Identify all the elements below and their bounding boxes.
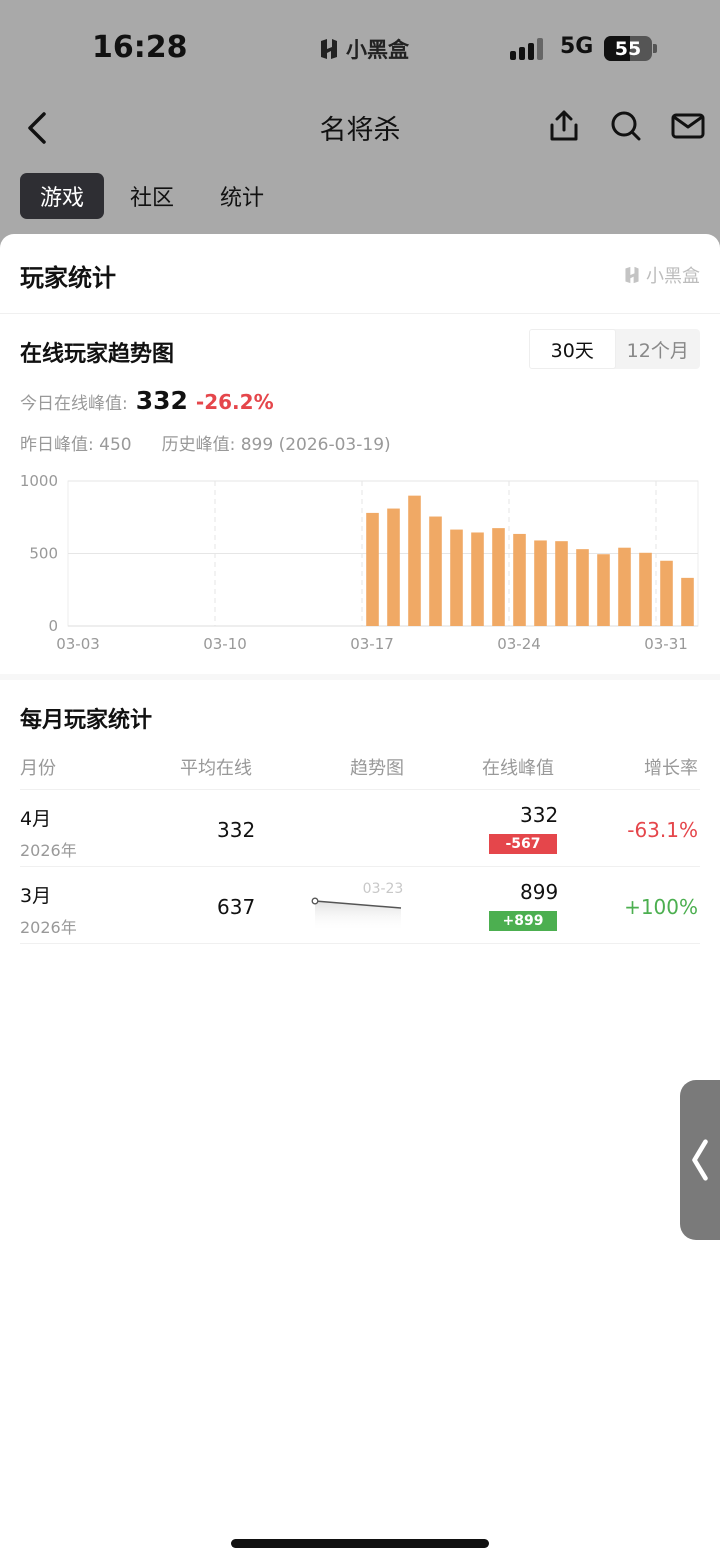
battery-icon: 55 <box>604 36 652 61</box>
section-divider <box>0 674 720 680</box>
monthly-title: 每月玩家统计 <box>20 708 153 733</box>
table-divider <box>20 866 700 867</box>
sparkline-label: 03-23 <box>363 881 404 897</box>
share-icon <box>550 110 578 141</box>
back-icon <box>28 112 46 144</box>
sparkline-area <box>315 901 401 932</box>
row-growth-rate: +100% <box>624 895 698 919</box>
search-icon <box>611 111 641 141</box>
bar-03-20[interactable] <box>429 516 442 626</box>
header-month: 月份 <box>20 758 56 779</box>
status-bar: 16:28 小黑盒 5G 55 <box>0 0 720 96</box>
bar-03-26[interactable] <box>555 541 568 626</box>
today-peak-label: 今日在线峰值: <box>20 394 128 414</box>
bar-03-25[interactable] <box>534 540 547 626</box>
battery-tip <box>653 44 657 53</box>
yesterday-peak: 昨日峰值: 450 <box>20 435 132 455</box>
bar-03-18[interactable] <box>387 508 400 626</box>
range-30-days[interactable]: 30天 <box>529 329 616 369</box>
trend-title: 在线玩家趋势图 <box>20 342 175 367</box>
today-peak: 今日在线峰值: 332 -26.2% <box>20 386 274 415</box>
bar-03-30[interactable] <box>639 552 652 626</box>
table-divider <box>20 943 700 944</box>
chevron-left-icon <box>692 1139 708 1181</box>
bar-03-23[interactable] <box>492 528 505 626</box>
x-tick-label: 03-24 <box>497 635 541 653</box>
header-trend: 趋势图 <box>350 758 404 779</box>
history-peak: 历史峰值: 899 (2026-03-19) <box>161 435 391 455</box>
mail-button[interactable] <box>670 108 706 144</box>
y-tick-label: 0 <box>48 617 58 635</box>
bar-03-21[interactable] <box>450 529 463 626</box>
status-time: 16:28 <box>92 30 188 65</box>
back-button[interactable] <box>20 108 60 148</box>
signal-icon <box>510 36 543 60</box>
x-tick-label: 03-17 <box>350 635 394 653</box>
tab-game[interactable]: 游戏 <box>20 173 105 219</box>
row-avg-online: 637 <box>217 895 256 919</box>
header-avg-online: 平均在线 <box>180 758 252 779</box>
today-peak-value: 332 <box>135 386 188 415</box>
x-tick-label: 03-31 <box>644 635 688 653</box>
range-switch: 30天 12个月 <box>529 329 700 369</box>
header-growth: 增长率 <box>644 758 698 779</box>
bar-04-01[interactable] <box>681 577 694 626</box>
bar-03-19[interactable] <box>408 495 421 626</box>
x-tick-label: 03-03 <box>56 635 100 653</box>
row-growth-rate: -63.1% <box>627 818 698 842</box>
row-sparkline: 03-23 <box>311 881 404 932</box>
today-peak-change: -26.2% <box>195 390 274 414</box>
brand-name: 小黑盒 <box>646 266 700 287</box>
sheet-title: 玩家统计 <box>20 264 116 292</box>
network-type: 5G <box>560 34 594 59</box>
bar-03-22[interactable] <box>471 532 484 626</box>
share-button[interactable] <box>546 108 582 144</box>
side-drawer-handle[interactable] <box>680 1080 720 1240</box>
row-month: 3月 <box>20 885 52 907</box>
status-carrier: 小黑盒 <box>318 34 409 64</box>
online-trend-chart: 0 500 1000 03-03 03-10 03-17 03-24 03-31 <box>20 472 699 653</box>
brand-watermark: 小黑盒 <box>623 262 700 288</box>
range-12-months[interactable]: 12个月 <box>616 329 701 369</box>
tab-community[interactable]: 社区 <box>110 173 194 219</box>
y-tick-label: 1000 <box>20 472 58 490</box>
bar-03-27[interactable] <box>576 549 589 626</box>
header-peak: 在线峰值 <box>482 758 554 779</box>
y-tick-label: 500 <box>29 545 58 563</box>
bar-03-24[interactable] <box>513 533 526 626</box>
row-year: 2026年 <box>20 918 77 937</box>
search-button[interactable] <box>608 108 644 144</box>
row-avg-online: 332 <box>217 818 256 842</box>
row-month: 4月 <box>20 808 52 830</box>
heybox-logo-icon <box>625 266 639 284</box>
heybox-logo-icon <box>321 39 337 59</box>
peak-summary: 昨日峰值: 450 历史峰值: 899 (2026-03-19) <box>20 430 391 455</box>
table-divider <box>20 789 700 790</box>
mail-icon <box>671 113 705 139</box>
battery-level: 55 <box>614 37 642 60</box>
sheet-header: 玩家统计 小黑盒 <box>0 234 720 314</box>
sparkline-point <box>311 897 319 905</box>
bar-03-17[interactable] <box>366 512 379 626</box>
nav-bar: 名将杀 <box>0 96 720 160</box>
row-year: 2026年 <box>20 841 77 860</box>
bar-03-31[interactable] <box>660 560 673 626</box>
tab-bar: 游戏 社区 统计 <box>20 173 284 219</box>
tab-stats[interactable]: 统计 <box>200 173 284 219</box>
bar-03-29[interactable] <box>618 547 631 626</box>
bar-03-28[interactable] <box>597 554 610 626</box>
nav-actions <box>546 108 706 144</box>
x-tick-label: 03-10 <box>203 635 247 653</box>
player-stats-sheet: 玩家统计 小黑盒 在线玩家趋势图 30天 12个月 今日在线峰值: 332 -2… <box>0 234 720 1561</box>
home-indicator[interactable] <box>231 1539 489 1548</box>
carrier-name: 小黑盒 <box>346 38 409 62</box>
